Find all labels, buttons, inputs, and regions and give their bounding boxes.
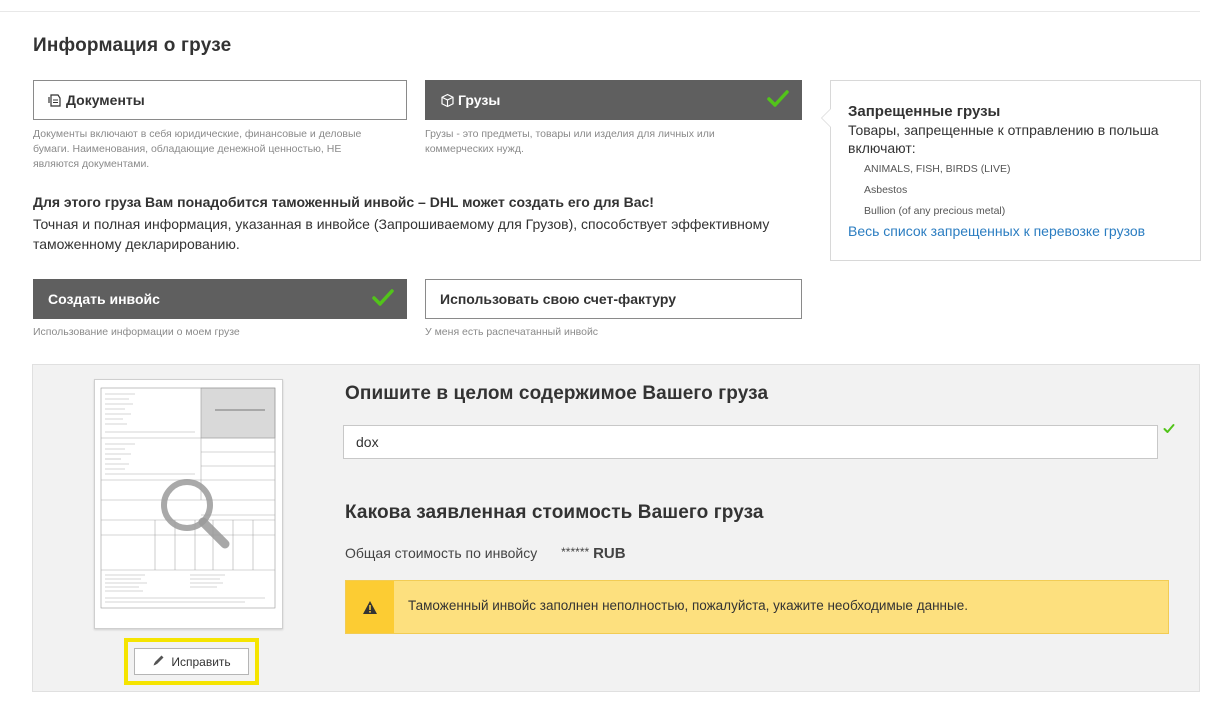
valid-checkmark-icon: [1163, 421, 1175, 439]
section-title: Информация о грузе: [33, 35, 232, 56]
invoice-total-label: Общая стоимость по инвойсу: [345, 545, 538, 561]
incomplete-invoice-warning: Таможенный инвойс заполнен неполностью, …: [345, 580, 1169, 634]
prohibited-goods-panel: Запрещенные грузы Товары, запрещенные к …: [821, 80, 1201, 261]
invoice-total-row: Общая стоимость по инвойсу ****** RUB: [345, 545, 626, 562]
documents-option[interactable]: Документы: [33, 80, 407, 120]
goods-option-label: Грузы: [458, 92, 501, 108]
documents-icon: [48, 93, 63, 108]
prohibited-title: Запрещенные грузы: [848, 103, 1001, 120]
contents-description-input[interactable]: [343, 425, 1158, 459]
warning-text: Таможенный инвойс заполнен неполностью, …: [408, 598, 968, 613]
pencil-icon: [152, 654, 165, 670]
value-heading: Какова заявленная стоимость Вашего груза: [345, 502, 764, 523]
package-icon: [440, 93, 455, 108]
invoice-preview-thumbnail[interactable]: [94, 379, 283, 629]
invoice-total-amount: ******: [561, 545, 590, 559]
prohibited-item: ANIMALS, FISH, BIRDS (LIVE): [864, 163, 1011, 175]
documents-description: Документы включают в себя юридические, ф…: [33, 128, 362, 170]
own-invoice-option[interactable]: Использовать свою счет-фактуру: [425, 279, 802, 319]
own-invoice-description: У меня есть распечатанный инвойс: [425, 326, 599, 338]
invoice-headline: Для этого груза Вам понадобится таможенн…: [33, 194, 654, 210]
prohibited-item: Asbestos: [864, 184, 908, 196]
create-invoice-label: Создать инвойс: [48, 291, 160, 307]
invoice-notice-text: Точная и полная информация, указанная в …: [33, 216, 770, 252]
edit-invoice-button[interactable]: Исправить: [134, 648, 249, 675]
invoice-total-currency: RUB: [593, 545, 626, 562]
checkmark-icon: [372, 288, 394, 311]
goods-description: Грузы - это предметы, товары или изделия…: [425, 128, 715, 155]
top-divider: [0, 11, 1200, 12]
prohibited-full-list-link[interactable]: Весь список запрещенных к перевозке груз…: [848, 222, 1200, 240]
goods-option[interactable]: Грузы: [425, 80, 802, 120]
contents-heading: Опишите в целом содержимое Вашего груза: [345, 383, 769, 404]
edit-invoice-label: Исправить: [171, 654, 231, 669]
create-invoice-description: Использование информации о моем грузе: [33, 326, 240, 338]
own-invoice-label: Использовать свою счет-фактуру: [440, 291, 677, 307]
prohibited-intro: Товары, запрещенные к отправлению в поль…: [848, 122, 1159, 156]
documents-option-label: Документы: [66, 92, 145, 108]
prohibited-list: ANIMALS, FISH, BIRDS (LIVE) Asbestos Bul…: [848, 159, 1200, 222]
checkmark-icon: [767, 89, 789, 112]
warning-icon: [346, 581, 394, 633]
prohibited-item: Bullion (of any precious metal): [864, 205, 1006, 217]
create-invoice-option[interactable]: Создать инвойс: [33, 279, 407, 319]
